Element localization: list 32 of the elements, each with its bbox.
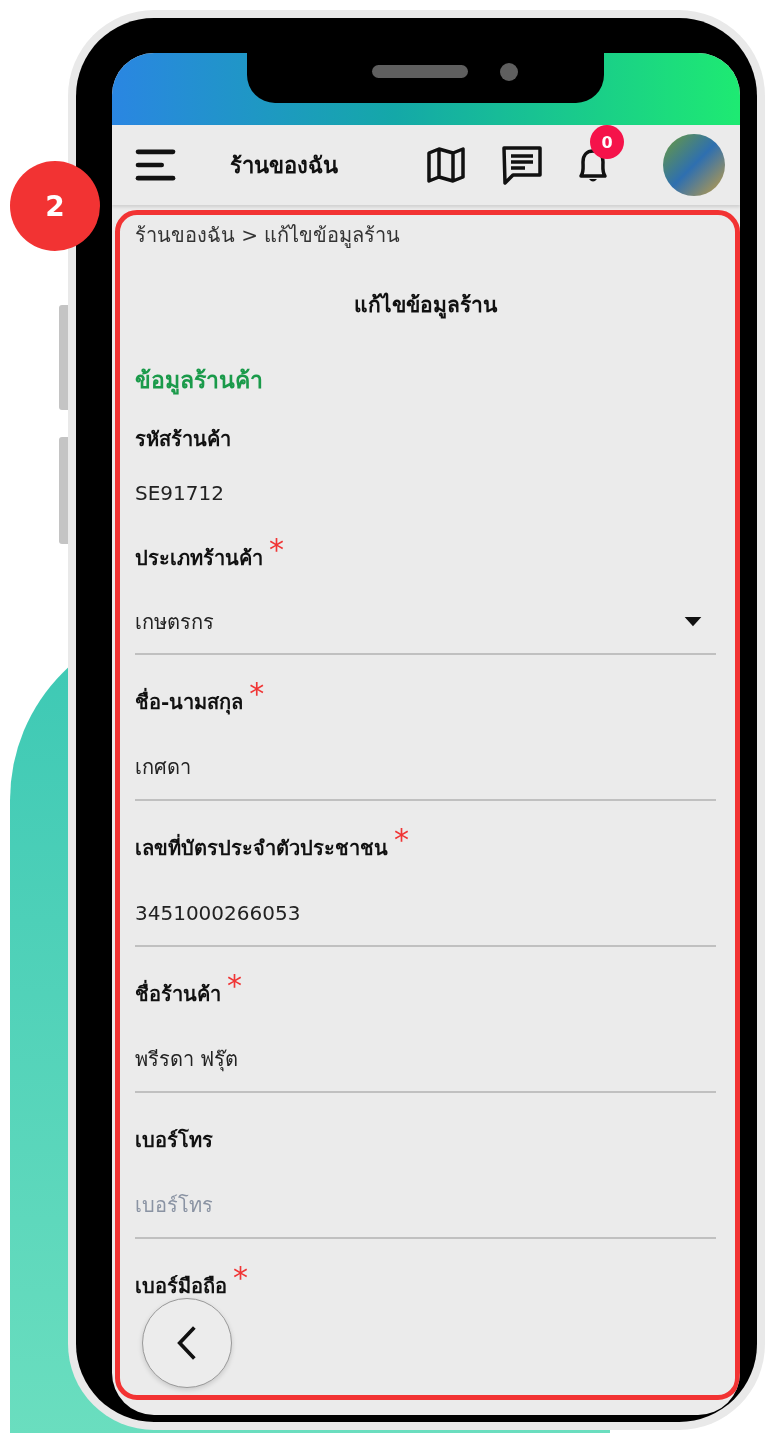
menu-icon[interactable]	[135, 148, 177, 182]
field-label: รหัสร้านค้า	[135, 426, 231, 453]
input-field[interactable]: เบอร์โทร	[135, 1187, 716, 1223]
step-badge: 2	[10, 161, 100, 251]
required-mark: *	[249, 679, 265, 709]
input-field[interactable]: 3451000266053	[135, 895, 716, 931]
field-label: ชื่อ-นามสกุล	[135, 687, 244, 717]
required-mark: *	[227, 971, 242, 1001]
dropdown-field[interactable]: เกษตรกร	[135, 605, 716, 639]
section-title: ข้อมูลร้านค้า	[135, 366, 264, 397]
field-label: เบอร์มือถือ	[135, 1273, 227, 1300]
speaker-icon	[372, 65, 468, 78]
app-title: ร้านของฉัน	[230, 151, 339, 180]
caret-icon	[684, 617, 702, 627]
field-label: ประเภทร้านค้า	[135, 545, 263, 572]
field-label: เบอร์โทร	[135, 1127, 213, 1154]
map-icon[interactable]	[427, 147, 465, 183]
chat-icon[interactable]	[501, 145, 543, 185]
camera-icon	[500, 63, 518, 81]
field-label: เลขที่บัตรประจำตัวประชาชน	[135, 833, 388, 862]
dropdown-value: เกษตรกร	[135, 609, 214, 636]
required-mark: *	[394, 825, 409, 855]
notification-badge: 0	[590, 125, 624, 159]
required-mark: *	[233, 1263, 248, 1293]
chevron-left-icon	[176, 1324, 198, 1362]
input-field[interactable]: เกศดา	[135, 749, 716, 785]
field-value: SE91712	[135, 480, 225, 507]
field-label: ชื่อร้านค้า	[135, 979, 221, 1008]
page-title: แก้ไขข้อมูลร้าน	[353, 291, 499, 321]
required-mark: *	[269, 535, 284, 565]
breadcrumb[interactable]: ร้านของฉัน > แก้ไขข้อมูลร้าน	[135, 215, 716, 255]
input-field[interactable]: พรีรดา ฟรุ๊ต	[135, 1041, 716, 1077]
